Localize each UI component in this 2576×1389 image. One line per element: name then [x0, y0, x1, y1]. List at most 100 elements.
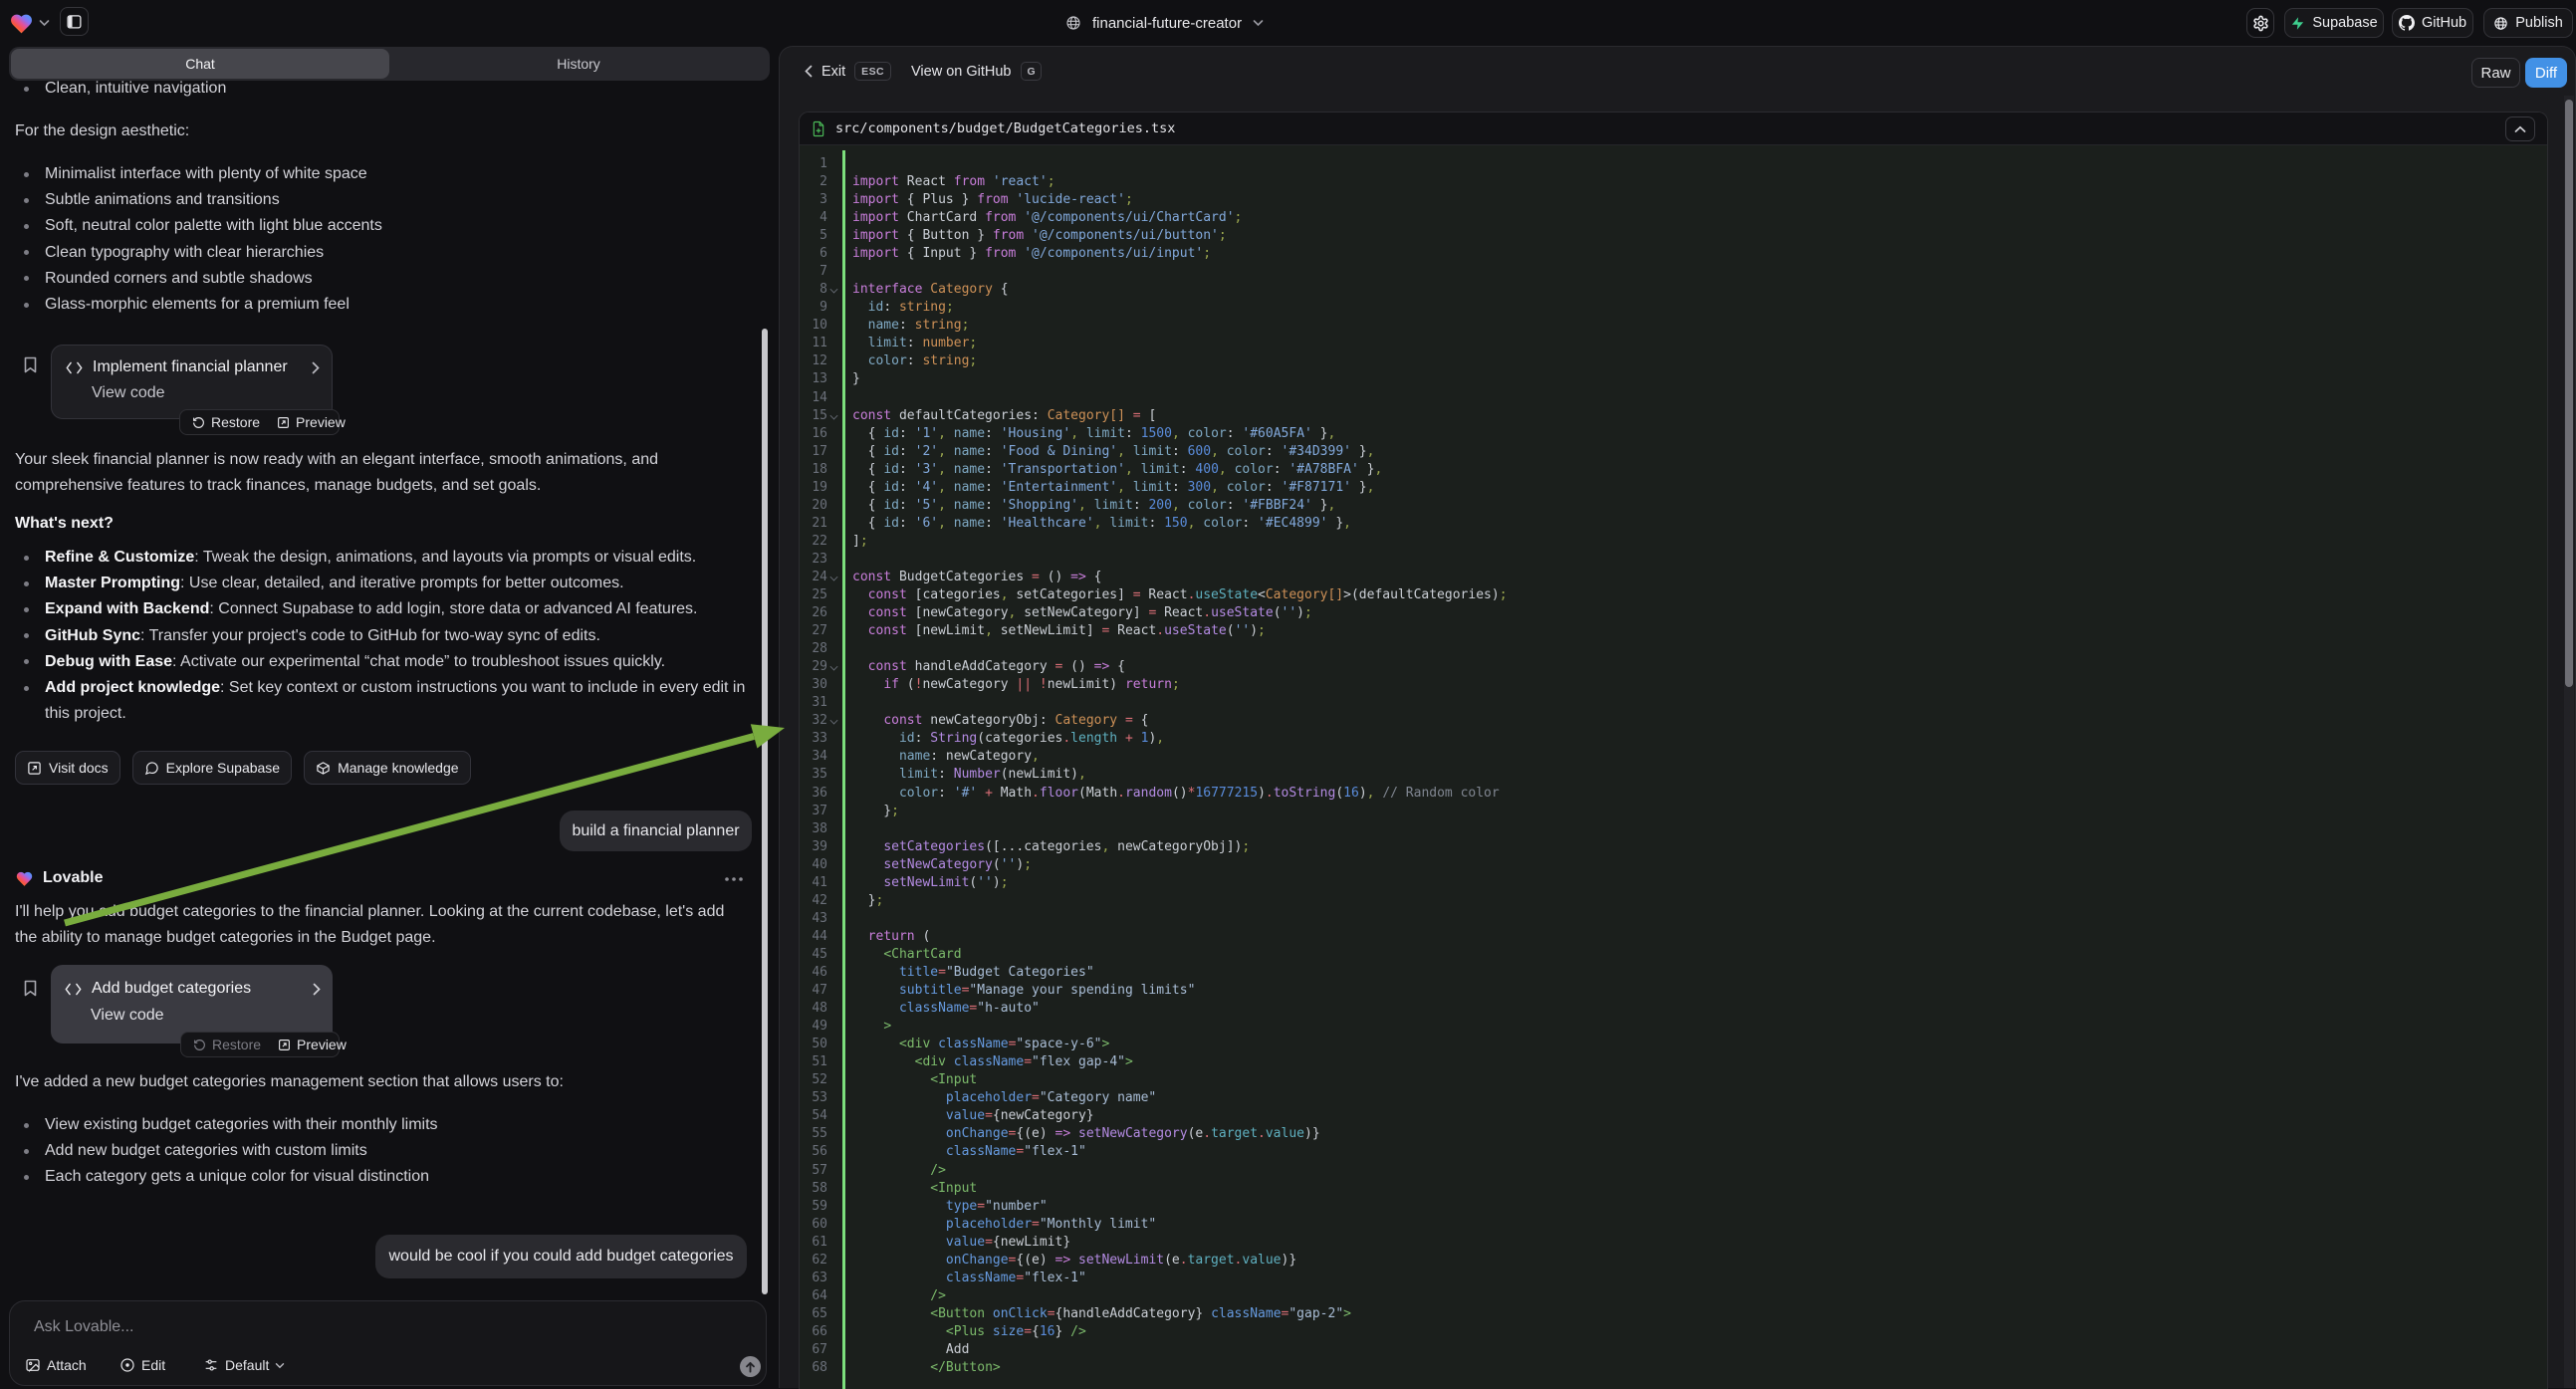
added-para: I've added a new budget categories manag…	[15, 1069, 748, 1095]
bullet-item: Debug with Ease: Activate our experiment…	[15, 649, 754, 675]
settings-button[interactable]	[2246, 8, 2274, 38]
lovable-logo-heart-icon[interactable]	[8, 12, 35, 35]
restore-button-disabled[interactable]: Restore	[181, 1037, 261, 1052]
code-line: 53 placeholder="Category name"	[800, 1089, 2547, 1107]
code-line: 64 />	[800, 1287, 2547, 1305]
bullet-item: Add project knowledge: Set key context o…	[15, 675, 754, 727]
sidebar-toggle-button[interactable]	[60, 7, 89, 36]
code-line: 27 const [newLimit, setNewLimit] = React…	[800, 622, 2547, 640]
restore-label: Restore	[212, 1037, 261, 1052]
bullet-item: GitHub Sync: Transfer your project's cod…	[15, 623, 754, 649]
preview-icon	[278, 1039, 291, 1051]
bullet-item: Minimalist interface with plenty of whit…	[15, 161, 754, 187]
code-line: 49 >	[800, 1018, 2547, 1036]
code-line: 24const BudgetCategories = () => {	[800, 569, 2547, 586]
manage-knowledge-button[interactable]: Manage knowledge	[304, 751, 470, 785]
publish-button[interactable]: Publish	[2483, 8, 2573, 38]
added-bullet-list: View existing budget categories with the…	[15, 1112, 754, 1191]
view-code-link[interactable]: View code	[92, 384, 165, 402]
diff-label: Diff	[2535, 65, 2557, 82]
collapse-file-button[interactable]	[2505, 116, 2535, 141]
view-code-link[interactable]: View code	[91, 1007, 164, 1025]
code-line: 20 { id: '5', name: 'Shopping', limit: 2…	[800, 497, 2547, 515]
version-card-implement-financial-planner[interactable]: Implement financial planner View code	[51, 345, 333, 419]
visit-docs-button[interactable]: Visit docs	[15, 751, 120, 785]
code-area[interactable]: 12import React from 'react';3import { Pl…	[800, 145, 2547, 1389]
code-line: 3import { Plus } from 'lucide-react';	[800, 191, 2547, 209]
view-on-github-button[interactable]: View on GitHub G	[911, 62, 1042, 81]
help-para: I'll help you add budget categories to t…	[15, 899, 748, 951]
bullet-item: Rounded corners and subtle shadows	[15, 266, 754, 292]
restore-icon	[193, 1039, 206, 1051]
code-line: 23	[800, 551, 2547, 569]
send-button[interactable]	[740, 1356, 761, 1377]
github-label: GitHub	[2422, 15, 2466, 31]
attach-button[interactable]: Attach	[25, 1355, 87, 1375]
workspace-chevron-down-icon[interactable]	[39, 19, 50, 27]
fold-chevron-icon[interactable]	[830, 411, 838, 419]
code-line: 39 setCategories([...categories, newCate…	[800, 838, 2547, 856]
intro-bullet-list: Clean, intuitive navigation	[15, 76, 754, 102]
code-line: 56 className="flex-1"	[800, 1143, 2547, 1161]
ready-para: Your sleek financial planner is now read…	[15, 447, 748, 499]
code-line: 52 <Input	[800, 1071, 2547, 1089]
fold-chevron-icon[interactable]	[830, 663, 838, 671]
supabase-label: Supabase	[2312, 15, 2377, 31]
code-line: 10 name: string;	[800, 317, 2547, 335]
code-line: 37 };	[800, 803, 2547, 820]
code-line: 15const defaultCategories: Category[] = …	[800, 407, 2547, 425]
code-scrollbar-thumb[interactable]	[2565, 100, 2573, 687]
github-button[interactable]: GitHub	[2392, 8, 2473, 38]
chat-bubble-icon	[144, 761, 159, 776]
preview-label: Preview	[297, 1037, 347, 1052]
bookmark-icon[interactable]	[24, 356, 37, 373]
bookmark-icon-2[interactable]	[24, 980, 37, 997]
composer-input[interactable]: Ask Lovable...	[34, 1318, 134, 1336]
preview-button[interactable]: Preview	[261, 1037, 347, 1052]
project-switcher[interactable]: financial-future-creator	[1065, 0, 1264, 46]
code-line: 7	[800, 263, 2547, 281]
edit-button[interactable]: Edit	[119, 1355, 165, 1375]
code-icon	[65, 983, 82, 996]
tab-history[interactable]: History	[389, 49, 768, 79]
bullet-item: Each category gets a unique color for vi…	[15, 1164, 754, 1190]
message-menu-ellipsis-icon[interactable]	[724, 876, 744, 882]
user-message-text: build a financial planner	[572, 822, 739, 840]
code-line: 66 <Plus size={16} />	[800, 1323, 2547, 1341]
code-line: 26 const [newCategory, setNewCategory] =…	[800, 604, 2547, 622]
chevron-up-icon	[2514, 125, 2526, 133]
code-line: 31	[800, 694, 2547, 712]
file-bar[interactable]: src/components/budget/BudgetCategories.t…	[800, 113, 2547, 145]
restore-preview-pill-1: Restore Preview	[179, 409, 340, 435]
github-octocat-icon	[2399, 15, 2415, 31]
bullet-item: Subtle animations and transitions	[15, 187, 754, 213]
supabase-button[interactable]: Supabase	[2284, 8, 2384, 38]
chat-scrollbar[interactable]	[762, 329, 768, 1294]
code-icon	[66, 361, 83, 374]
preview-button[interactable]: Preview	[260, 414, 346, 430]
code-line: 40 setNewCategory('');	[800, 856, 2547, 874]
fold-chevron-icon[interactable]	[830, 286, 838, 294]
fold-chevron-icon[interactable]	[830, 717, 838, 725]
bullet-item: Soft, neutral color palette with light b…	[15, 213, 754, 239]
fold-chevron-icon[interactable]	[830, 574, 838, 581]
explore-supabase-button[interactable]: Explore Supabase	[132, 751, 292, 785]
restore-button[interactable]: Restore	[180, 414, 260, 430]
diff-toggle-button[interactable]: Diff	[2525, 58, 2567, 88]
mode-label: Default	[225, 1357, 269, 1373]
tab-chat[interactable]: Chat	[11, 49, 389, 79]
view-on-github-label: View on GitHub	[911, 64, 1011, 80]
code-line: 5import { Button } from '@/components/ui…	[800, 227, 2547, 245]
user-message-bubble: build a financial planner	[560, 810, 752, 851]
mode-select[interactable]: Default	[203, 1355, 285, 1375]
raw-toggle-button[interactable]: Raw	[2471, 58, 2520, 88]
code-line: 29 const handleAddCategory = () => {	[800, 658, 2547, 676]
code-line: 30 if (!newCategory || !newLimit) return…	[800, 676, 2547, 694]
code-line: 21 { id: '6', name: 'Healthcare', limit:…	[800, 515, 2547, 533]
code-line: 17 { id: '2', name: 'Food & Dining', lim…	[800, 443, 2547, 461]
exit-button[interactable]: Exit ESC	[805, 62, 891, 81]
external-link-icon	[27, 761, 42, 776]
attach-image-icon	[25, 1357, 41, 1373]
code-line: 38	[800, 820, 2547, 838]
code-line: 35 limit: Number(newLimit),	[800, 766, 2547, 784]
